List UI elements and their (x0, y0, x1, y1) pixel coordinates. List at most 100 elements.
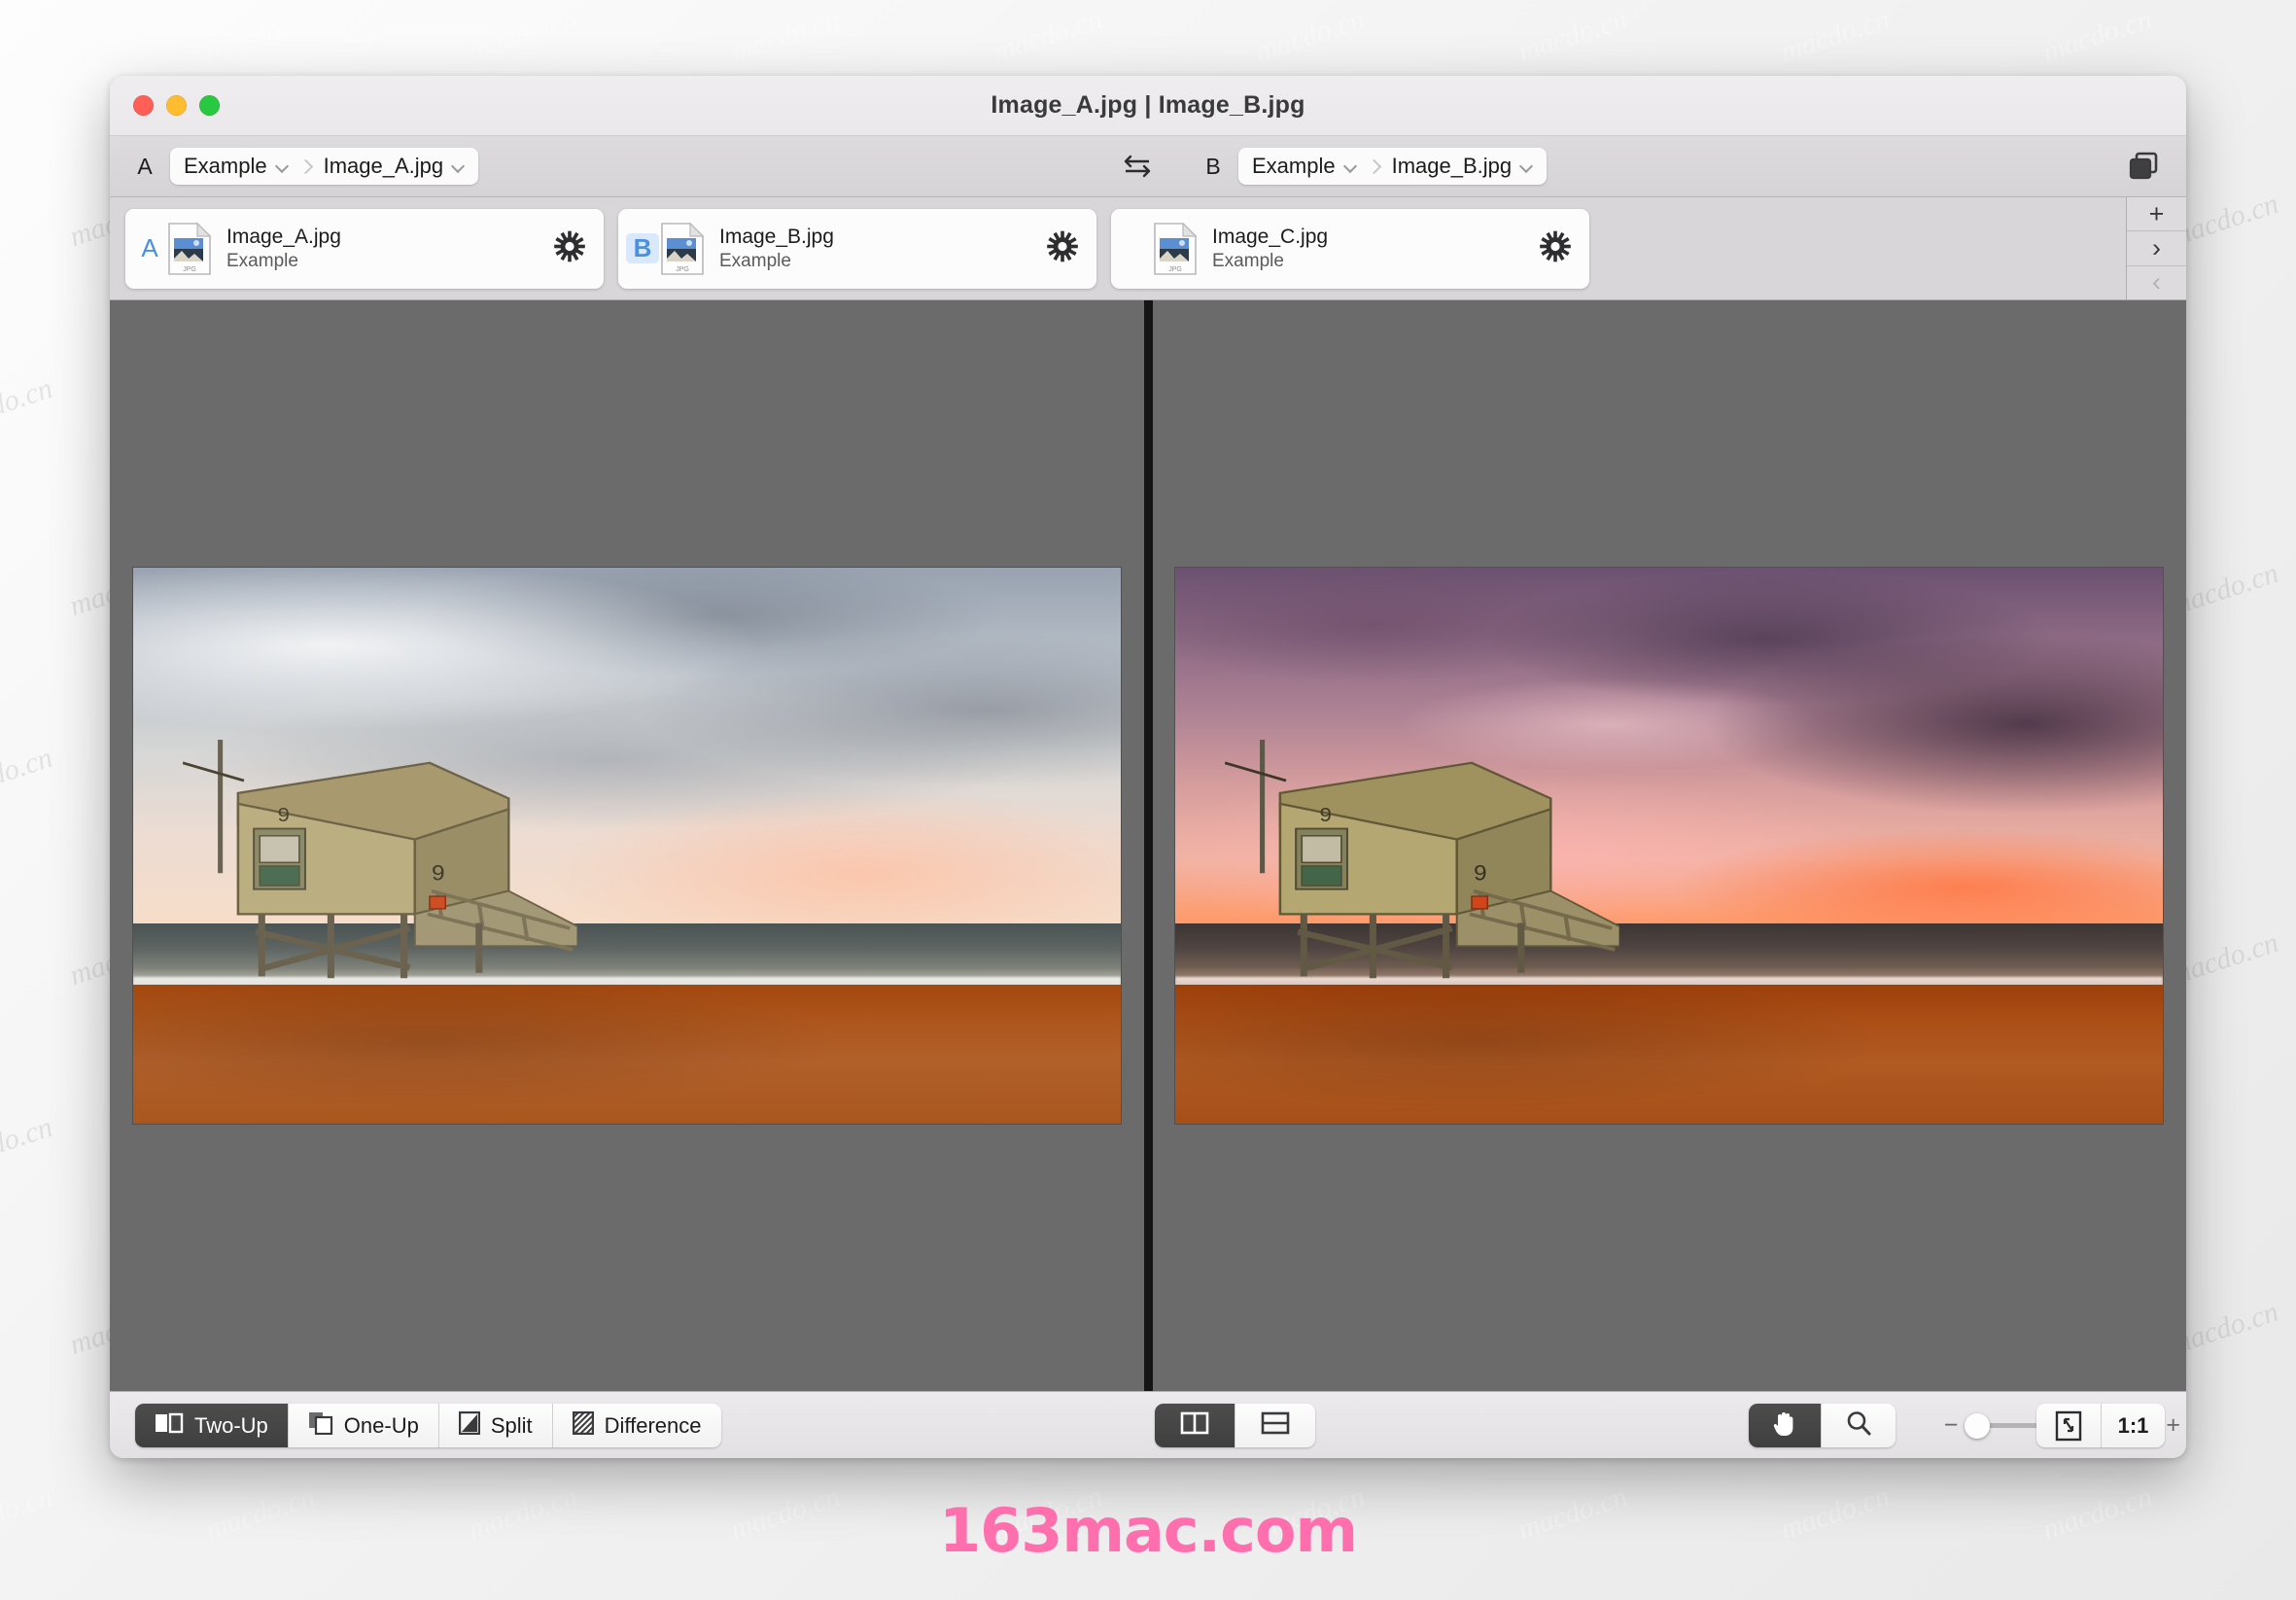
card-file-meta: Image_B.jpg Example (719, 225, 834, 273)
difference-icon (572, 1410, 594, 1441)
watermark-tile: macdo.cn (1513, 2, 1631, 69)
split-icon (458, 1410, 481, 1441)
hand-tool-button[interactable] (1748, 1404, 1821, 1447)
fit-to-window-button[interactable] (2036, 1404, 2101, 1447)
jpg-file-icon: JPG (659, 222, 706, 276)
two-up-icon (155, 1412, 184, 1440)
filmstrip-card[interactable]: A JPG Image_A.jpg Example (125, 208, 604, 289)
viewer-pane-b[interactable]: 9 9 (1153, 300, 2187, 1391)
watermark-tile: macdo.cn (201, 2, 319, 69)
card-slot-badge[interactable]: B (626, 233, 659, 263)
watermark-tile: macdo.cn (0, 1110, 56, 1177)
slot-a-path-control[interactable]: Example Image_A.jpg (170, 148, 479, 185)
hand-tool-icon (1772, 1409, 1797, 1443)
chevron-right-icon[interactable]: › (2127, 231, 2186, 266)
filmstrip-card[interactable]: B JPG Image_B.jpg Example (618, 208, 1096, 289)
one-up-icon (308, 1411, 333, 1441)
filmstrip-list[interactable]: A JPG Image_A.jpg Example B JPG Image_B.… (110, 197, 2126, 299)
chevron-down-icon[interactable] (1520, 160, 1533, 173)
viewer-pane-a[interactable]: 9 9 (110, 300, 1144, 1391)
image-b-canvas[interactable]: 9 9 (1175, 568, 2164, 1124)
view-mode-segmented-control[interactable]: Two-Up One-Up Split Difference (135, 1404, 721, 1447)
site-brand-watermark: 163mac.com (938, 1495, 1358, 1566)
image-b-lifeguard-tower: 9 9 (1224, 740, 1621, 1007)
svg-text:9: 9 (277, 805, 289, 827)
view-mode-label: Split (490, 1412, 533, 1438)
slot-a-file: Image_A.jpg (323, 154, 444, 178)
filmstrip-side-buttons: + › ‹ (2126, 197, 2186, 299)
watermark-tile: macdo.cn (0, 741, 56, 808)
window-title: Image_A.jpg | Image_B.jpg (991, 91, 1305, 119)
watermark-tile: macdo.cn (464, 2, 581, 69)
actual-size-button[interactable]: 1:1 (2101, 1404, 2165, 1447)
duplicate-windows-icon[interactable] (2122, 148, 2165, 185)
zoom-slider-knob[interactable] (1965, 1412, 1991, 1439)
plus-icon[interactable]: + (2127, 197, 2186, 232)
image-a-canvas[interactable]: 9 9 (132, 568, 1121, 1124)
card-file-name: Image_A.jpg (226, 225, 341, 248)
chevron-down-icon[interactable] (452, 160, 465, 173)
card-folder-name: Example (1212, 250, 1284, 271)
view-mode-one-up[interactable]: One-Up (287, 1404, 438, 1447)
svg-text:9: 9 (1474, 861, 1487, 886)
path-separator-icon (1368, 157, 1381, 175)
svg-text:9: 9 (1320, 805, 1332, 827)
orientation-segmented-control[interactable] (1154, 1404, 1315, 1447)
view-mode-split[interactable]: Split (437, 1404, 552, 1447)
watermark-tile: macdo.cn (2038, 2, 2156, 69)
image-a-lifeguard-tower: 9 9 (182, 740, 578, 1007)
zoom-in-label[interactable]: + (2166, 1411, 2180, 1440)
view-mode-difference[interactable]: Difference (551, 1404, 721, 1447)
magnifier-tool-button[interactable] (1820, 1404, 1896, 1447)
slot-a-folder: Example (184, 154, 267, 178)
gear-icon[interactable] (1046, 229, 1079, 267)
svg-text:JPG: JPG (1168, 266, 1182, 273)
zoom-out-label[interactable]: − (1944, 1411, 1959, 1440)
card-file-meta: Image_A.jpg Example (226, 225, 341, 273)
jpg-file-icon: JPG (1152, 222, 1199, 276)
split-horizontal-button[interactable] (1234, 1404, 1315, 1447)
watermark-tile: macdo.cn (0, 2, 56, 69)
card-folder-name: Example (719, 250, 791, 271)
watermark-tile: macdo.cn (0, 371, 56, 438)
card-folder-name: Example (226, 250, 298, 271)
filmstrip-bar: A JPG Image_A.jpg Example B JPG Image_B.… (110, 197, 2186, 300)
slot-a-label: A (137, 153, 153, 179)
card-file-meta: Image_C.jpg Example (1212, 225, 1328, 273)
split-vertical-button[interactable] (1154, 1404, 1235, 1447)
card-file-name: Image_B.jpg (719, 225, 834, 248)
view-mode-label: Two-Up (194, 1412, 268, 1438)
app-window: Image_A.jpg | Image_B.jpg A Example Imag… (110, 76, 2186, 1458)
card-slot-badge[interactable] (1119, 233, 1152, 263)
watermark-tile: macdo.cn (1251, 2, 1369, 69)
chevron-down-icon[interactable] (1344, 160, 1357, 173)
split-horizontal-icon (1261, 1411, 1290, 1441)
svg-text:JPG: JPG (183, 266, 196, 273)
magnifier-tool-icon (1845, 1409, 1872, 1443)
view-mode-label: Difference (604, 1412, 702, 1438)
swap-arrows-icon[interactable] (1118, 150, 1157, 183)
card-slot-badge[interactable]: A (133, 233, 166, 263)
slot-b-label: B (1205, 153, 1221, 179)
path-separator-icon (299, 157, 313, 175)
jpg-file-icon: JPG (166, 222, 213, 276)
gear-icon[interactable] (1539, 229, 1572, 267)
svg-text:JPG: JPG (676, 266, 689, 273)
svg-text:9: 9 (432, 861, 445, 886)
fit-to-window-icon (2055, 1410, 2082, 1441)
bottom-toolbar: Two-Up One-Up Split Difference − + 1:1 (110, 1391, 2186, 1458)
slot-b-folder: Example (1252, 154, 1336, 178)
slot-b-path-control[interactable]: Example Image_B.jpg (1238, 148, 1548, 185)
chevron-left-icon: ‹ (2152, 267, 2161, 297)
chevron-down-icon[interactable] (276, 160, 289, 173)
watermark-tile: macdo.cn (989, 2, 1106, 69)
split-vertical-icon (1180, 1411, 1209, 1441)
filmstrip-card[interactable]: JPG Image_C.jpg Example (1111, 208, 1589, 289)
view-mode-two-up[interactable]: Two-Up (135, 1404, 288, 1447)
watermark-tile: macdo.cn (1776, 2, 1894, 69)
zoom-preset-group[interactable]: 1:1 (2036, 1404, 2165, 1447)
comparison-viewer: 9 9 9 9 (110, 300, 2186, 1391)
tool-segmented-control[interactable] (1748, 1404, 1896, 1447)
pane-divider[interactable] (1143, 300, 1153, 1391)
gear-icon[interactable] (553, 229, 586, 267)
